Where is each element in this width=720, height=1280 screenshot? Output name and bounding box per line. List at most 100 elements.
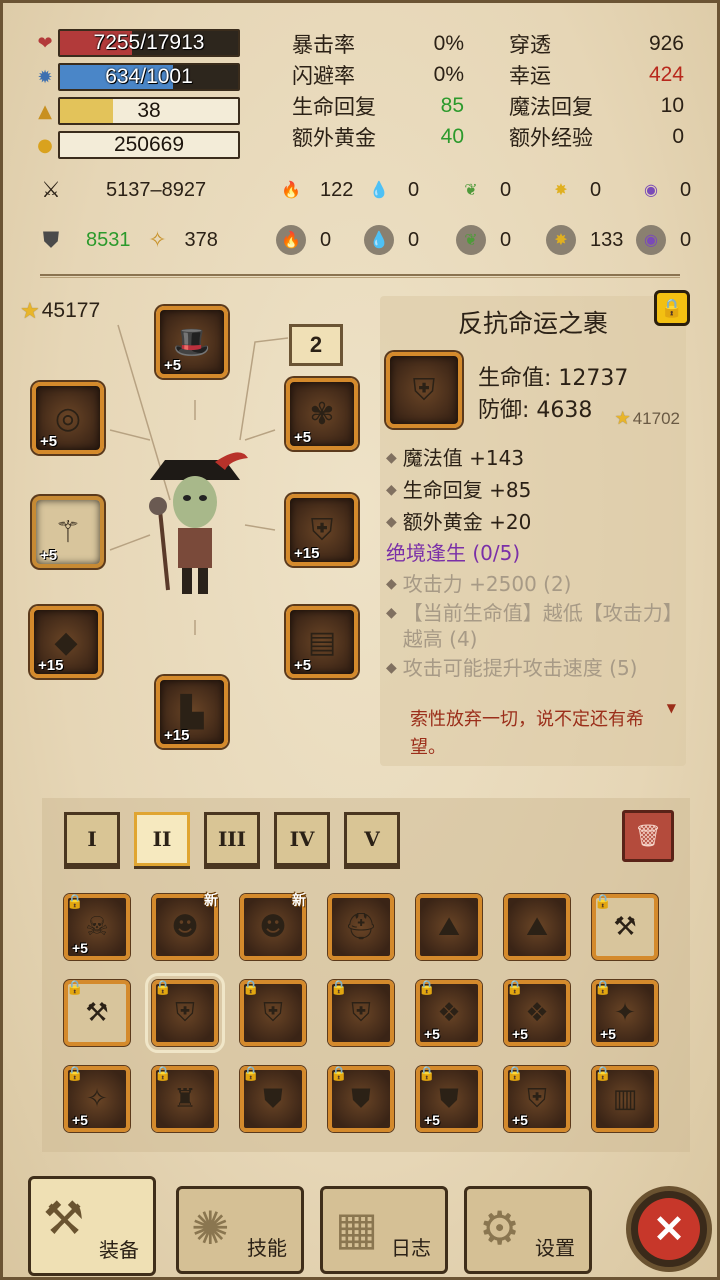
slot-plus: +15 bbox=[164, 727, 190, 744]
equip-slot-staff[interactable]: ⚚ +5 bbox=[32, 496, 104, 568]
inventory-item[interactable]: ⛨ 🔒 bbox=[145, 973, 225, 1053]
hero-character bbox=[130, 440, 260, 600]
item-hp: 生命值: 12737 bbox=[478, 366, 629, 391]
slot-plus: +15 bbox=[294, 545, 320, 562]
damage-value: 0 bbox=[680, 178, 692, 201]
item-icon: ⚒ bbox=[85, 998, 109, 1028]
lock-icon: 🔒 bbox=[418, 980, 436, 996]
inventory-item[interactable]: ⛊ 🔒 bbox=[240, 1066, 306, 1132]
inventory-item[interactable]: ⛊ 🔒 +5 bbox=[416, 1066, 482, 1132]
stat-row: 生命回复 85 魔法回复 10 bbox=[292, 90, 692, 121]
nav-settings[interactable]: ⚙ 设置 bbox=[464, 1186, 592, 1274]
bracer-icon: ◆ bbox=[54, 624, 78, 660]
item-detail-icon: ⛨ bbox=[386, 352, 462, 428]
inventory-item[interactable]: ⛊ 🔒 bbox=[328, 1066, 394, 1132]
damage-value: 0 bbox=[590, 178, 602, 201]
inventory-tab[interactable]: III bbox=[204, 812, 260, 866]
set-effect-line: ◆ 攻击力 +2500 (2) bbox=[386, 568, 678, 600]
nav-log[interactable]: ▦ 日志 bbox=[320, 1186, 448, 1274]
nature-icon: ❦ bbox=[456, 225, 486, 255]
mp-bar: 634/1001 bbox=[58, 63, 240, 91]
resist-arcane: ◉ 0 bbox=[636, 220, 691, 260]
stat-label: 暴击率 bbox=[292, 32, 355, 57]
stat-row: 额外黄金 40 额外经验 0 bbox=[292, 121, 692, 152]
set-effect-text: 【当前生命值】越低【攻击力】越高 (4) bbox=[402, 601, 673, 651]
stat-label: 穿透 bbox=[509, 32, 551, 57]
inventory-tab[interactable]: V bbox=[344, 812, 400, 866]
damage-value: 122 bbox=[320, 178, 354, 201]
item-icon: ⛊ bbox=[263, 1083, 283, 1114]
inventory-item[interactable]: ⛨ 🔒 bbox=[328, 980, 394, 1046]
stat-value: 926 bbox=[648, 31, 684, 55]
inventory-item[interactable]: ⚒ 🔒 bbox=[64, 980, 130, 1046]
level-bar: 38 bbox=[58, 97, 240, 125]
equip-slot-chest[interactable]: ⛨ +15 bbox=[286, 494, 358, 566]
lock-icon: 🔒 bbox=[330, 980, 348, 996]
lock-icon: 🔒 bbox=[66, 894, 84, 910]
inventory-item[interactable]: ▥ 🔒 bbox=[592, 1066, 658, 1132]
inventory-item[interactable]: ☠ 🔒 +5 bbox=[64, 894, 130, 960]
inventory-item[interactable]: ⛑ bbox=[328, 894, 394, 960]
lock-icon[interactable]: 🔒 bbox=[654, 290, 690, 326]
set-effect-text: 攻击可能提升攻击速度 (5) bbox=[402, 656, 638, 680]
close-button[interactable]: ✕ bbox=[626, 1186, 712, 1272]
resist-value: 0 bbox=[500, 228, 512, 251]
item-defense: 防御: 4638 bbox=[478, 398, 593, 423]
stat-table: 暴击率 0% 穿透 926 闪避率 0% 幸运 424 生命回复 85 魔法回复 10 额外黄金 40 额外… bbox=[292, 28, 692, 152]
damage-fire: 🔥 122 bbox=[276, 170, 353, 210]
stat-value: 0% bbox=[433, 31, 464, 55]
equip-slot-belt[interactable]: ▤ +5 bbox=[286, 606, 358, 678]
slot-plus: +5 bbox=[40, 547, 58, 564]
inventory-item[interactable]: ✧ 🔒 +5 bbox=[64, 1066, 130, 1132]
arcane-icon: ◉ bbox=[644, 182, 658, 199]
defense-value: 8531 bbox=[86, 228, 131, 251]
lock-icon: 🔒 bbox=[66, 1066, 84, 1082]
bullet-icon: ◆ bbox=[386, 450, 397, 466]
stat-label: 魔法回复 bbox=[509, 94, 593, 119]
equip-slot-boots[interactable]: ▙ +15 bbox=[156, 676, 228, 748]
nav-skills[interactable]: ✺ 技能 bbox=[176, 1186, 304, 1274]
damage-nature: ❦ 0 bbox=[456, 170, 511, 210]
item-icon: ⛨ bbox=[527, 1083, 547, 1114]
nav-equipment[interactable]: ⚒ 装备 bbox=[28, 1176, 156, 1276]
hp-bar-row: ❤ 7255/17913 bbox=[32, 28, 240, 58]
bonus-line: ◆ 生命回复 +85 bbox=[386, 474, 678, 506]
item-icon: ✦ bbox=[614, 998, 636, 1028]
inventory-item[interactable]: ⛨ 🔒 bbox=[240, 980, 306, 1046]
inventory-item[interactable]: ❖ 🔒 +5 bbox=[504, 980, 570, 1046]
inventory-item[interactable]: ⚒ 🔒 bbox=[592, 894, 658, 960]
gold-row: ● 250669 bbox=[32, 130, 240, 160]
inventory-item[interactable]: ☻ 新 bbox=[240, 893, 306, 960]
lock-icon: 🔒 bbox=[506, 1066, 524, 1082]
inventory-tab[interactable]: II bbox=[134, 812, 190, 866]
equip-slot-amulet[interactable]: ✾ +5 bbox=[286, 378, 358, 450]
stat-row: 闪避率 0% 幸运 424 bbox=[292, 59, 692, 90]
inventory-item[interactable]: ⛰ bbox=[416, 894, 482, 960]
gold-value: 250669 bbox=[113, 133, 185, 156]
new-badge: 新 bbox=[204, 893, 218, 909]
set-effect-line: ◆ 【当前生命值】越低【攻击力】越高 (4) bbox=[386, 600, 678, 652]
equip-slot-ring[interactable]: ◎ +5 bbox=[32, 382, 104, 454]
inventory-item[interactable]: ⛰ bbox=[504, 894, 570, 960]
trash-button[interactable]: 🗑 bbox=[622, 810, 674, 862]
inventory-item[interactable]: ✦ 🔒 +5 bbox=[592, 980, 658, 1046]
magic-staff-icon: ✧ bbox=[148, 227, 167, 252]
inventory-tab[interactable]: I bbox=[64, 812, 120, 866]
chest-armor-icon: ⛨ bbox=[310, 512, 334, 548]
inventory-item[interactable]: ❖ 🔒 +5 bbox=[416, 980, 482, 1046]
inventory-item[interactable]: ⛨ 🔒 +5 bbox=[504, 1066, 570, 1132]
equip-slot-bracer[interactable]: ◆ +15 bbox=[30, 606, 102, 678]
item-flavor-text: 索性放弃一切，说不定还有希望。 bbox=[410, 709, 644, 758]
item-icon: ⛰ bbox=[526, 911, 548, 942]
inventory-tab[interactable]: IV bbox=[274, 812, 330, 866]
inventory-item[interactable]: ♜ 🔒 bbox=[152, 1066, 218, 1132]
amulet-icon: ✾ bbox=[309, 396, 335, 432]
inventory-item[interactable]: ☻ 新 bbox=[152, 893, 218, 960]
equip-slot-hat[interactable]: 🎩 +5 bbox=[156, 306, 228, 378]
scroll-icon: ▦ bbox=[335, 1201, 379, 1255]
item-icon: ✧ bbox=[86, 1084, 108, 1114]
scroll-down-icon[interactable]: ▼ bbox=[667, 701, 676, 715]
nature-icon: ❦ bbox=[464, 182, 478, 199]
item-icon: ❖ bbox=[437, 998, 461, 1028]
slot-plus: +15 bbox=[38, 657, 64, 674]
